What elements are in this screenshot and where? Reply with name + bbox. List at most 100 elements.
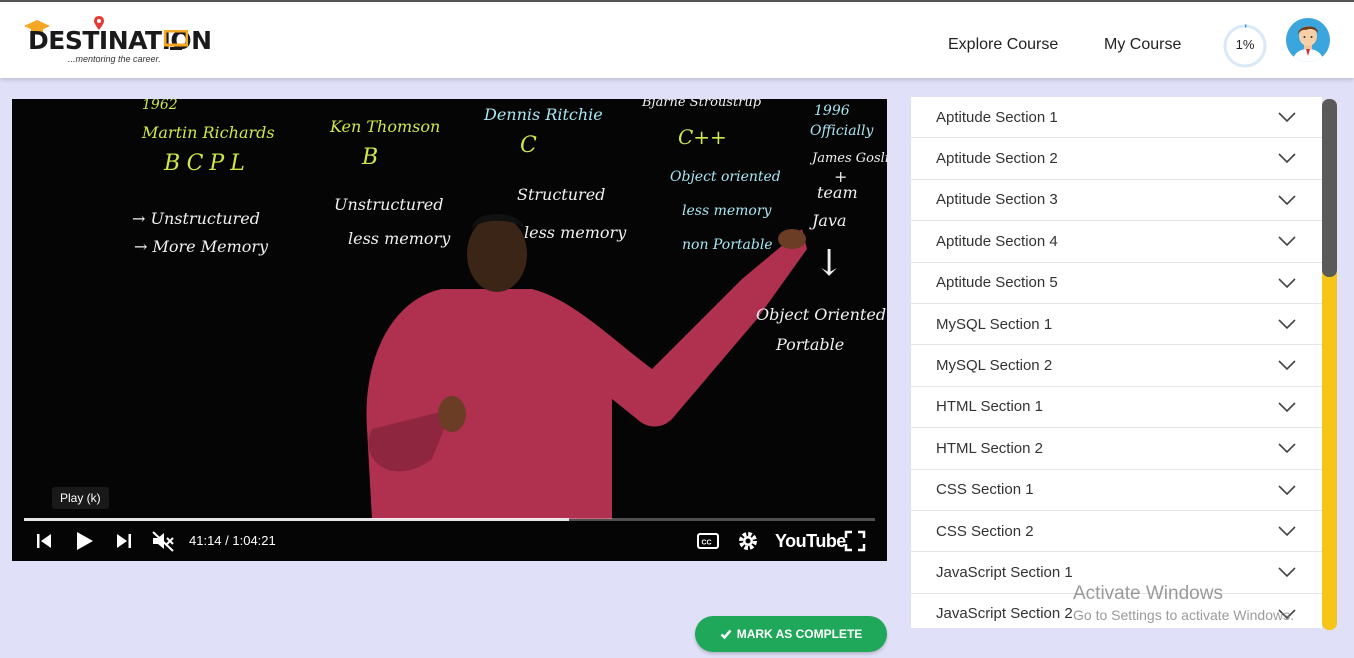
- check-icon: [720, 629, 732, 640]
- board-arrow: ↓: [814, 243, 845, 284]
- youtube-logo[interactable]: YouTube: [775, 531, 846, 552]
- section-row[interactable]: Aptitude Section 2: [911, 138, 1322, 180]
- chevron-down-icon[interactable]: [1278, 564, 1296, 580]
- board-unstructured-1: → Unstructured: [132, 209, 260, 228]
- board-less-memory-2: less memory: [524, 223, 627, 242]
- course-sections-list: Aptitude Section 1 Aptitude Section 2 Apti…: [911, 97, 1322, 628]
- section-label: Aptitude Section 4: [936, 232, 1058, 250]
- chevron-down-icon[interactable]: [1278, 192, 1296, 208]
- avatar[interactable]: [1286, 18, 1330, 62]
- board-b: B: [362, 145, 379, 170]
- sidebar-scrollbar[interactable]: [1322, 99, 1337, 630]
- previous-icon: [37, 534, 51, 548]
- chevron-down-icon[interactable]: [1278, 150, 1296, 166]
- chevron-down-icon[interactable]: [1278, 482, 1296, 498]
- chevron-down-icon[interactable]: [1278, 275, 1296, 291]
- board-team: team: [817, 183, 858, 202]
- scrollbar-thumb[interactable]: [1322, 99, 1337, 277]
- mute-icon: [152, 531, 174, 552]
- chevron-down-icon[interactable]: [1278, 233, 1296, 249]
- play-tooltip: Play (k): [52, 487, 109, 509]
- section-label: HTML Section 2: [936, 439, 1043, 457]
- board-bjarne: Bjarne Stroustrup: [642, 99, 762, 110]
- section-label: Aptitude Section 1: [936, 108, 1058, 126]
- monitor-icon: [164, 30, 188, 50]
- section-label: JavaScript Section 1: [936, 563, 1073, 581]
- board-less-memory-1: less memory: [348, 229, 451, 248]
- settings-button[interactable]: [736, 529, 760, 553]
- section-label: Aptitude Section 5: [936, 274, 1058, 292]
- board-object-oriented: Object oriented: [670, 169, 781, 185]
- video-progress-bar[interactable]: [24, 518, 875, 521]
- section-label: MySQL Section 2: [936, 357, 1053, 375]
- section-label: CSS Section 2: [936, 522, 1034, 540]
- user-avatar-icon: [1286, 18, 1330, 62]
- board-cpp: C++: [678, 125, 727, 149]
- activate-windows-subtitle: Go to Settings to activate Windows.: [1073, 607, 1294, 623]
- chevron-down-icon[interactable]: [1278, 357, 1296, 373]
- settings-icon: [739, 532, 757, 550]
- section-label: JavaScript Section 2: [936, 605, 1073, 623]
- video-progress-fill: [24, 518, 569, 521]
- section-row[interactable]: Aptitude Section 5: [911, 263, 1322, 304]
- section-row[interactable]: MySQL Section 1: [911, 304, 1322, 346]
- nav-my-course[interactable]: My Course: [1104, 36, 1181, 54]
- board-non-portable: non Portable: [682, 237, 773, 253]
- top-header: DESTINATION ...mentoring the career. Exp…: [0, 0, 1354, 78]
- logo-tagline: ...mentoring the career.: [68, 54, 161, 64]
- activate-windows-title: Activate Windows: [1073, 583, 1223, 604]
- nav-explore-course[interactable]: Explore Course: [948, 36, 1058, 54]
- logo[interactable]: DESTINATION ...mentoring the career.: [24, 16, 214, 72]
- chevron-down-icon[interactable]: [1278, 316, 1296, 332]
- section-row[interactable]: HTML Section 2: [911, 428, 1322, 470]
- section-label: Aptitude Section 2: [936, 150, 1058, 168]
- next-icon: [117, 534, 131, 548]
- board-object-oriented-2: Object Oriented: [756, 305, 887, 324]
- section-row[interactable]: MySQL Section 2: [911, 345, 1322, 387]
- board-less-memory-3: less memory: [682, 203, 772, 219]
- video-time: 41:14 / 1:04:21: [189, 533, 276, 548]
- board-java: Java: [812, 211, 847, 230]
- board-bcpl: BCPL: [164, 151, 251, 176]
- board-c: C: [520, 133, 537, 158]
- chevron-down-icon[interactable]: [1278, 399, 1296, 415]
- board-ken-thomson: Ken Thomson: [330, 117, 441, 136]
- section-row[interactable]: HTML Section 1: [911, 387, 1322, 429]
- chevron-down-icon[interactable]: [1278, 440, 1296, 456]
- board-structured: Structured: [517, 185, 606, 204]
- board-james-gosling: James Gosling: [812, 151, 887, 166]
- next-button[interactable]: [114, 529, 134, 553]
- board-martin-richards: Martin Richards: [142, 123, 275, 142]
- section-label: HTML Section 1: [936, 398, 1043, 416]
- board-officially: Officially: [810, 123, 874, 139]
- play-icon: [77, 532, 93, 550]
- section-row[interactable]: Aptitude Section 4: [911, 221, 1322, 263]
- previous-button[interactable]: [34, 529, 54, 553]
- section-label: CSS Section 1: [936, 481, 1034, 499]
- section-row[interactable]: Aptitude Section 3: [911, 180, 1322, 222]
- section-label: MySQL Section 1: [936, 315, 1053, 333]
- captions-button[interactable]: CC: [696, 529, 720, 553]
- mark-as-complete-label: MARK AS COMPLETE: [736, 627, 863, 641]
- section-label: Aptitude Section 3: [936, 191, 1058, 209]
- chevron-down-icon[interactable]: [1278, 109, 1296, 125]
- mute-button[interactable]: [150, 529, 176, 553]
- svg-text:CC: CC: [702, 540, 712, 547]
- mark-as-complete-button[interactable]: MARK AS COMPLETE: [695, 616, 887, 652]
- fullscreen-icon: [844, 530, 866, 552]
- section-row[interactable]: Aptitude Section 1: [911, 97, 1322, 139]
- board-more-memory: → More Memory: [134, 237, 269, 256]
- progress-percent: 1%: [1235, 37, 1255, 52]
- board-dennis-ritchie: Dennis Ritchie: [484, 105, 603, 124]
- board-portable: Portable: [776, 335, 845, 354]
- video-player[interactable]: 1962 Martin Richards BCPL → Unstructured…: [12, 99, 887, 561]
- fullscreen-button[interactable]: [843, 529, 867, 553]
- captions-icon: CC: [697, 533, 719, 549]
- section-row[interactable]: CSS Section 1: [911, 470, 1322, 511]
- board-unstructured-2: Unstructured: [334, 195, 444, 214]
- board-year-1962: 1962: [142, 99, 178, 113]
- section-row[interactable]: CSS Section 2: [911, 511, 1322, 553]
- board-year-1996: 1996: [814, 103, 850, 119]
- play-button[interactable]: [72, 529, 96, 553]
- chevron-down-icon[interactable]: [1278, 523, 1296, 539]
